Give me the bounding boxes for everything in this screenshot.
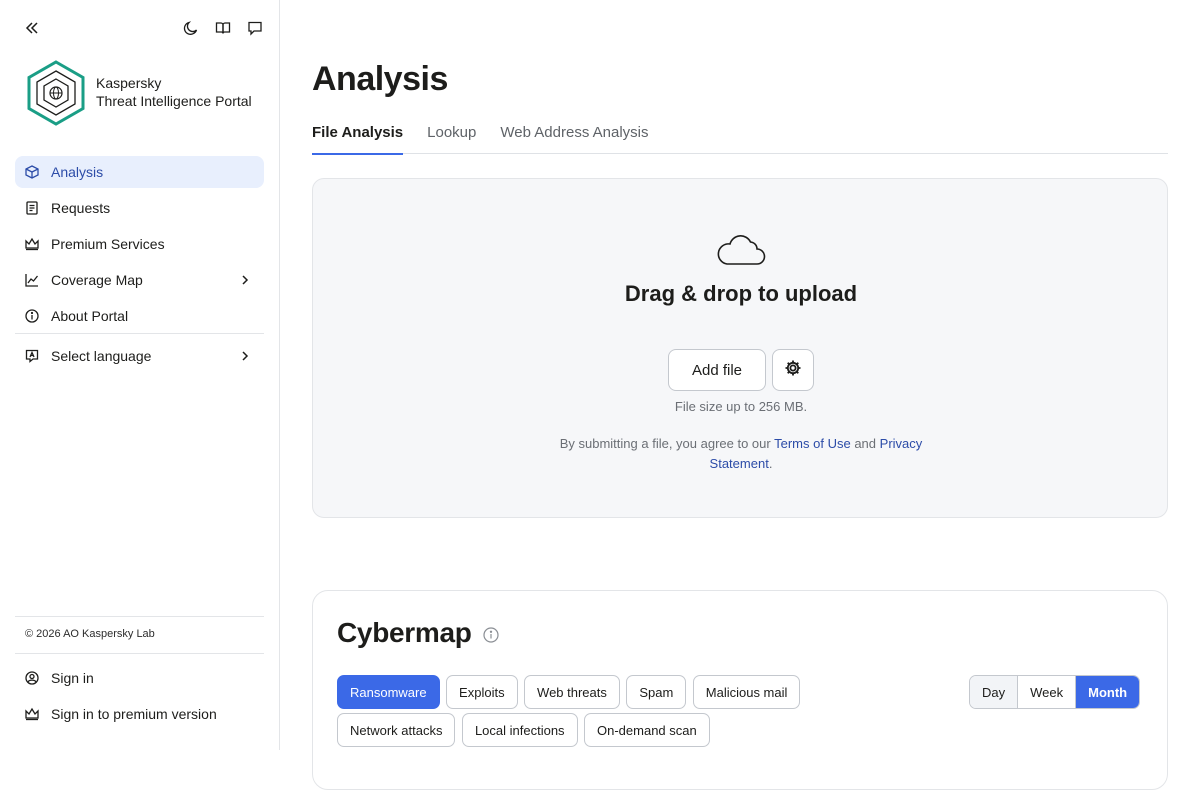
sidebar-item-label: Select language — [51, 348, 152, 364]
gear-icon — [784, 359, 802, 382]
chip-on-demand-scan[interactable]: On-demand scan — [584, 713, 710, 747]
sidebar-item-select-language[interactable]: Select language — [15, 340, 264, 372]
copyright: © 2026 AO Kaspersky Lab — [25, 628, 155, 640]
crown-icon — [25, 237, 39, 251]
chip-web-threats[interactable]: Web threats — [524, 675, 620, 709]
brand-line2: Threat Intelligence Portal — [96, 93, 252, 109]
page-title: Analysis — [312, 60, 448, 98]
period-day[interactable]: Day — [970, 676, 1019, 708]
collapse-sidebar-icon[interactable] — [21, 17, 43, 39]
sidebar-item-label: Premium Services — [51, 236, 165, 252]
sign-in-premium-button[interactable]: Sign in to premium version — [15, 698, 264, 730]
sign-in-premium-label: Sign in to premium version — [51, 706, 217, 722]
chip-spam[interactable]: Spam — [626, 675, 687, 709]
dropzone-title: Drag & drop to upload — [624, 281, 858, 306]
tab-web-address-analysis[interactable]: Web Address Analysis — [500, 122, 648, 154]
file-size-note: File size up to 256 MB. — [674, 399, 808, 414]
chip-network-attacks[interactable]: Network attacks — [337, 713, 456, 747]
chevron-right-icon — [238, 273, 252, 287]
period-toggle: Day Week Month — [969, 675, 1141, 709]
document-icon — [25, 201, 39, 215]
cybermap-card: Cybermap Ransomware Exploits Web threats… — [312, 590, 1168, 790]
terms-suffix: . — [768, 456, 773, 471]
upload-settings-button[interactable] — [772, 349, 814, 391]
analysis-tabs: File Analysis Lookup Web Address Analysi… — [312, 122, 1168, 155]
sign-in-button[interactable]: Sign in — [15, 662, 264, 694]
language-icon — [25, 349, 39, 363]
tab-file-analysis[interactable]: File Analysis — [312, 122, 404, 155]
sidebar-nav: Analysis Requests Premium Services Cover… — [15, 156, 264, 376]
brand-line1: Kaspersky — [96, 75, 162, 91]
sidebar-item-label: Coverage Map — [51, 272, 143, 288]
brand-name: Kaspersky Threat Intelligence Portal — [96, 74, 252, 110]
divider — [15, 616, 264, 617]
info-icon[interactable] — [483, 627, 499, 643]
terms-of-use-link[interactable]: Terms of Use — [774, 436, 851, 451]
sidebar-item-premium-services[interactable]: Premium Services — [15, 228, 264, 260]
sidebar-account: Sign in Sign in to premium version — [15, 662, 264, 734]
cloud-icon — [716, 231, 766, 267]
sidebar: Kaspersky Threat Intelligence Portal Ana… — [0, 0, 280, 750]
info-icon — [25, 309, 39, 323]
chip-local-infections[interactable]: Local infections — [461, 713, 578, 747]
chart-line-icon — [25, 273, 39, 287]
chip-exploits[interactable]: Exploits — [446, 675, 518, 709]
user-icon — [25, 671, 39, 685]
chat-icon[interactable] — [244, 17, 266, 39]
threat-category-filters: Ransomware Exploits Web threats Spam Mal… — [337, 675, 837, 751]
sign-in-label: Sign in — [51, 670, 94, 686]
crown-icon — [25, 707, 39, 721]
add-file-button[interactable]: Add file — [668, 349, 766, 391]
sidebar-item-requests[interactable]: Requests — [15, 192, 264, 224]
kaspersky-logo[interactable] — [26, 60, 86, 126]
sidebar-item-label: Analysis — [51, 164, 104, 180]
chevron-right-icon — [238, 349, 252, 363]
sidebar-item-label: About Portal — [51, 308, 129, 324]
terms-prefix: By submitting a file, you agree to our — [559, 436, 771, 451]
sidebar-item-label: Requests — [51, 200, 111, 216]
chip-malicious-mail[interactable]: Malicious mail — [692, 675, 801, 709]
cybermap-title: Cybermap — [337, 617, 472, 648]
sidebar-item-analysis[interactable]: Analysis — [15, 156, 264, 188]
sidebar-item-coverage-map[interactable]: Coverage Map — [15, 264, 264, 296]
moon-icon[interactable] — [180, 17, 202, 39]
terms-notice: By submitting a file, you agree to our T… — [541, 434, 941, 474]
terms-and: and — [854, 436, 877, 451]
cube-icon — [25, 165, 39, 179]
book-icon[interactable] — [212, 17, 234, 39]
chip-ransomware[interactable]: Ransomware — [337, 675, 440, 709]
period-week[interactable]: Week — [1018, 676, 1077, 708]
divider — [15, 653, 264, 654]
period-month[interactable]: Month — [1076, 676, 1140, 708]
divider — [15, 333, 264, 334]
upload-dropzone[interactable]: Drag & drop to upload Add file File size… — [312, 178, 1168, 518]
tab-lookup[interactable]: Lookup — [427, 122, 476, 154]
sidebar-item-about-portal[interactable]: About Portal — [15, 300, 264, 332]
